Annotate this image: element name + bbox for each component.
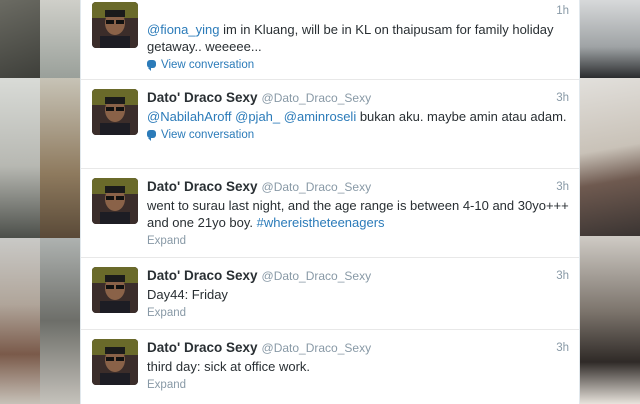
action-label: View conversation [161, 59, 255, 71]
view-conversation-link[interactable]: View conversation [147, 58, 569, 73]
avatar[interactable] [92, 89, 138, 135]
tweet-text-segment: bukan aku. maybe amin atau adam. [356, 109, 567, 124]
background-photo-tile [40, 238, 80, 404]
expand-link[interactable]: Expand [147, 306, 569, 321]
background-photo-tile [578, 0, 640, 78]
background-photo-tile [578, 78, 640, 236]
avatar-image [92, 339, 138, 385]
tweet-item[interactable]: 1h @fiona_ying im in Kluang, will be in K… [81, 0, 579, 80]
tweet-content: Dato' Draco Sexy @Dato_Draco_Sexy 3h third … [147, 339, 569, 393]
avatar-image [92, 2, 138, 48]
author-username[interactable]: @Dato_Draco_Sexy [262, 269, 372, 283]
hashtag-link[interactable]: #whereistheteenagers [257, 215, 385, 230]
tweet-item[interactable]: Dato' Draco Sexy @Dato_Draco_Sexy 3h went t… [81, 168, 579, 258]
tweet-text-segment: third day: sick at office work. [147, 359, 311, 374]
tweet-header: 1h [147, 2, 569, 20]
avatar[interactable] [92, 178, 138, 224]
tweet-item[interactable]: Dato' Draco Sexy @Dato_Draco_Sexy 3h Day44:… [81, 257, 579, 330]
action-label: Expand [147, 235, 187, 247]
tweet-content: Dato' Draco Sexy @Dato_Draco_Sexy 3h Day44:… [147, 267, 569, 321]
tweet-timestamp[interactable]: 3h [556, 89, 569, 107]
action-label: View conversation [161, 129, 255, 141]
tweet-timestamp[interactable]: 1h [556, 2, 569, 20]
mention-link[interactable]: @NabilahAroff [147, 109, 232, 124]
tweet-item[interactable]: Dato' Draco Sexy @Dato_Draco_Sexy 3h third … [81, 329, 579, 404]
expand-link[interactable]: Expand [147, 234, 569, 249]
action-label: Expand [147, 307, 187, 319]
action-label: Expand [147, 379, 187, 391]
tweet-content: 1h @fiona_ying im in Kluang, will be in K… [147, 2, 569, 73]
tweet-text: @NabilahAroff @pjah_ @aminroseli bukan a… [147, 108, 569, 125]
avatar[interactable] [92, 339, 138, 385]
expand-link[interactable]: Expand [147, 378, 569, 393]
background-photo-tile [0, 78, 40, 238]
tweet-text: @fiona_ying im in Kluang, will be in KL … [147, 21, 569, 55]
author-fullname[interactable]: Dato' Draco Sexy [147, 340, 258, 355]
view-conversation-link[interactable]: View conversation [147, 128, 569, 143]
speech-bubble-icon [147, 60, 156, 71]
tweet-text: went to surau last night, and the age ra… [147, 197, 569, 231]
tweet-timestamp[interactable]: 3h [556, 178, 569, 196]
tweet-header: Dato' Draco Sexy @Dato_Draco_Sexy 3h [147, 89, 569, 107]
author-username[interactable]: @Dato_Draco_Sexy [262, 91, 372, 105]
background-photo-tile [40, 78, 80, 238]
author-username[interactable]: @Dato_Draco_Sexy [262, 180, 372, 194]
background-photo-tile [40, 0, 80, 78]
tweet-header: Dato' Draco Sexy @Dato_Draco_Sexy 3h [147, 178, 569, 196]
tweet-text: Day44: Friday [147, 286, 569, 303]
tweet-stream: 1h @fiona_ying im in Kluang, will be in K… [80, 0, 580, 404]
background-photo-tile [578, 236, 640, 404]
author-fullname[interactable]: Dato' Draco Sexy [147, 268, 258, 283]
tweet-timestamp[interactable]: 3h [556, 267, 569, 285]
tweet-text: third day: sick at office work. [147, 358, 569, 375]
avatar-image [92, 89, 138, 135]
author-username[interactable]: @Dato_Draco_Sexy [262, 341, 372, 355]
tweet-content: Dato' Draco Sexy @Dato_Draco_Sexy 3h went t… [147, 178, 569, 249]
background-photo-tile [0, 238, 40, 404]
background-photo-tile [0, 0, 40, 78]
tweet-timestamp[interactable]: 3h [556, 339, 569, 357]
tweet-header: Dato' Draco Sexy @Dato_Draco_Sexy 3h [147, 339, 569, 357]
tweet-text-segment: Day44: Friday [147, 287, 228, 302]
tweet-header: Dato' Draco Sexy @Dato_Draco_Sexy 3h [147, 267, 569, 285]
avatar-image [92, 267, 138, 313]
mention-link[interactable]: @pjah_ [235, 109, 280, 124]
author-fullname[interactable]: Dato' Draco Sexy [147, 90, 258, 105]
tweet-content: Dato' Draco Sexy @Dato_Draco_Sexy 3h @Nabil… [147, 89, 569, 143]
author-fullname[interactable]: Dato' Draco Sexy [147, 179, 258, 194]
avatar[interactable] [92, 267, 138, 313]
tweet-item[interactable]: Dato' Draco Sexy @Dato_Draco_Sexy 3h @Nabil… [81, 79, 579, 169]
speech-bubble-icon [147, 130, 156, 141]
avatar[interactable] [92, 2, 138, 48]
avatar-image [92, 178, 138, 224]
mention-link[interactable]: @aminroseli [284, 109, 356, 124]
mention-link[interactable]: @fiona_ying [147, 22, 219, 37]
